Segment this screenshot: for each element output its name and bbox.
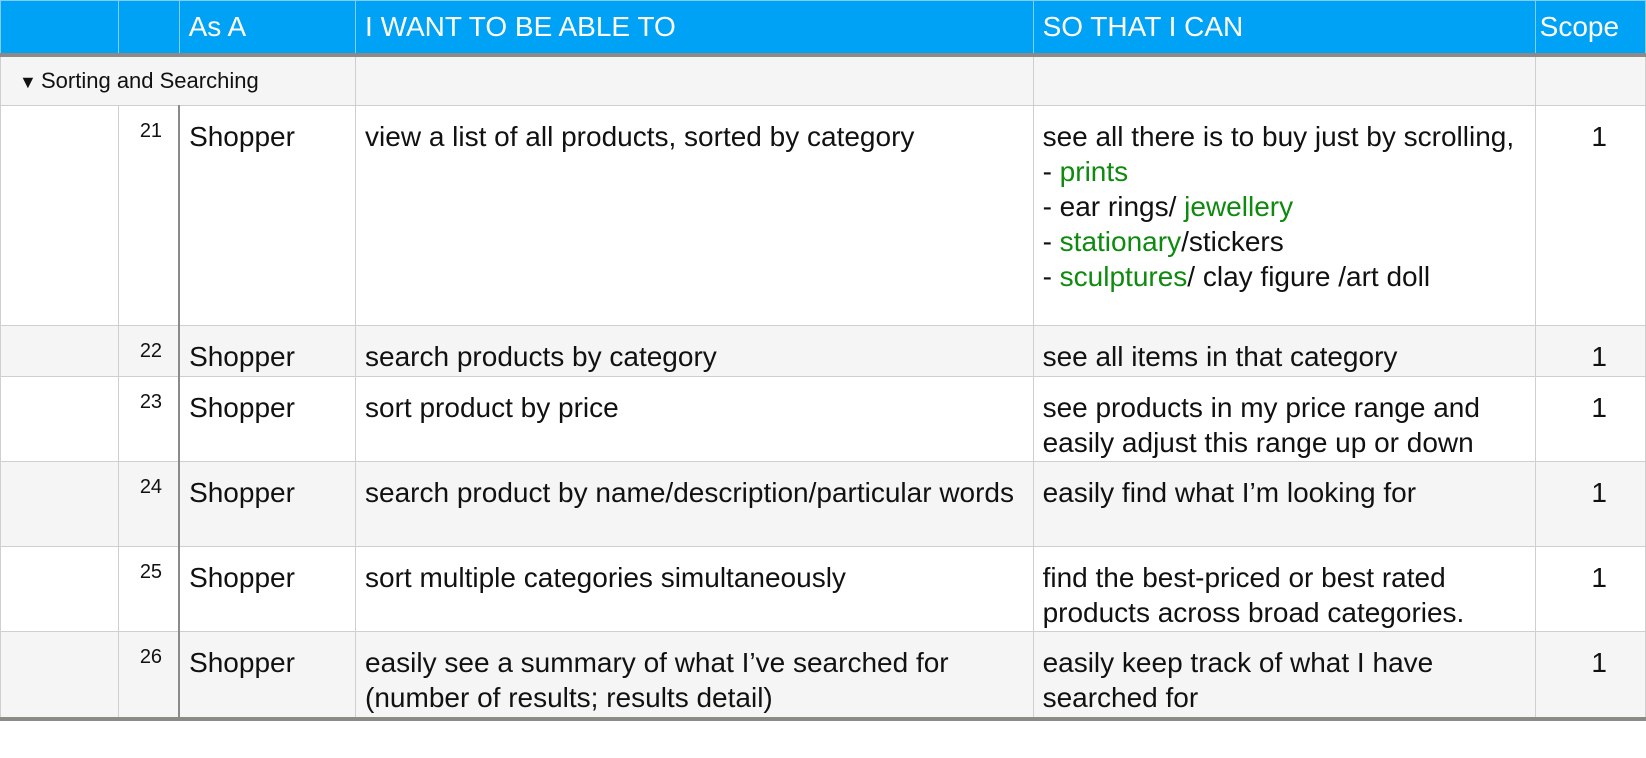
category-label: Sorting and Searching: [41, 67, 259, 93]
row-number[interactable]: 25: [117, 545, 180, 632]
row-number[interactable]: 24: [117, 460, 180, 547]
column-header-b[interactable]: [117, 0, 180, 57]
column-header-want[interactable]: I WANT TO BE ABLE TO: [355, 0, 1034, 57]
as-a-cell[interactable]: Shopper: [178, 460, 357, 547]
row-blank-cell[interactable]: [0, 324, 119, 377]
category-cell-empty[interactable]: [1534, 54, 1646, 106]
table-row[interactable]: 23 Shopper sort product by price see pro…: [0, 375, 1646, 462]
want-cell[interactable]: easily see a summary of what I’ve search…: [355, 630, 1034, 721]
column-header-scope[interactable]: Scope: [1534, 0, 1646, 57]
scope-cell[interactable]: 1: [1534, 375, 1646, 462]
as-a-cell[interactable]: Shopper: [178, 545, 357, 632]
want-cell[interactable]: search products by category: [355, 324, 1034, 377]
want-cell[interactable]: search product by name/description/parti…: [355, 460, 1034, 547]
so-that-item: - stationary/stickers: [1042, 225, 1284, 257]
row-blank-cell[interactable]: [0, 460, 119, 547]
so-that-item: - sculptures/ clay figure /art doll: [1042, 260, 1431, 292]
header-row: As A I WANT TO BE ABLE TO SO THAT I CAN …: [0, 0, 1646, 57]
column-header-as-a[interactable]: As A: [178, 0, 357, 57]
scope-cell[interactable]: 1: [1534, 545, 1646, 632]
as-a-cell[interactable]: Shopper: [178, 104, 357, 326]
user-stories-table: As A I WANT TO BE ABLE TO SO THAT I CAN …: [0, 0, 1646, 721]
row-blank-cell[interactable]: [0, 545, 119, 632]
table-row[interactable]: 25 Shopper sort multiple categories simu…: [0, 545, 1646, 632]
want-cell[interactable]: view a list of all products, sorted by c…: [355, 104, 1034, 326]
row-blank-cell[interactable]: [0, 104, 119, 326]
table-row[interactable]: 21 Shopper view a list of all products, …: [0, 104, 1646, 326]
so-that-item: - prints: [1042, 155, 1129, 187]
so-that-cell[interactable]: see products in my price range and easil…: [1032, 375, 1536, 462]
table-row[interactable]: 22 Shopper search products by category s…: [0, 324, 1646, 377]
row-number[interactable]: 21: [117, 104, 180, 326]
row-number[interactable]: 26: [117, 630, 180, 721]
table-row[interactable]: 24 Shopper search product by name/descri…: [0, 460, 1646, 547]
row-blank-cell[interactable]: [0, 630, 119, 721]
row-number[interactable]: 22: [117, 324, 180, 377]
row-number[interactable]: 23: [117, 375, 180, 462]
scope-cell[interactable]: 1: [1534, 460, 1646, 547]
category-row[interactable]: ▼ Sorting and Searching: [0, 54, 1646, 106]
as-a-cell[interactable]: Shopper: [178, 324, 357, 377]
category-cell-empty[interactable]: [355, 54, 1034, 106]
table-row[interactable]: 26 Shopper easily see a summary of what …: [0, 630, 1646, 721]
column-header-a[interactable]: [0, 0, 119, 57]
want-cell[interactable]: sort multiple categories simultaneously: [355, 545, 1034, 632]
so-that-item: - ear rings/ jewellery: [1042, 190, 1294, 222]
so-that-cell[interactable]: find the best-priced or best rated produ…: [1032, 545, 1536, 632]
want-cell[interactable]: sort product by price: [355, 375, 1034, 462]
so-that-cell[interactable]: easily find what I’m looking for: [1032, 460, 1536, 547]
row-blank-cell[interactable]: [0, 375, 119, 462]
scope-cell[interactable]: 1: [1534, 630, 1646, 721]
triangle-down-icon[interactable]: ▼: [19, 72, 41, 93]
so-that-cell[interactable]: easily keep track of what I have searche…: [1032, 630, 1536, 721]
scope-cell[interactable]: 1: [1534, 324, 1646, 377]
as-a-cell[interactable]: Shopper: [178, 630, 357, 721]
category-cell-empty[interactable]: [1032, 54, 1536, 106]
category-cell[interactable]: ▼ Sorting and Searching: [0, 54, 357, 106]
column-header-so-that[interactable]: SO THAT I CAN: [1032, 0, 1536, 57]
so-that-intro: see all there is to buy just by scrollin…: [1042, 120, 1515, 152]
scope-cell[interactable]: 1: [1534, 104, 1646, 326]
so-that-cell[interactable]: see all there is to buy just by scrollin…: [1032, 104, 1536, 326]
so-that-cell[interactable]: see all items in that category: [1032, 324, 1536, 377]
as-a-cell[interactable]: Shopper: [178, 375, 357, 462]
